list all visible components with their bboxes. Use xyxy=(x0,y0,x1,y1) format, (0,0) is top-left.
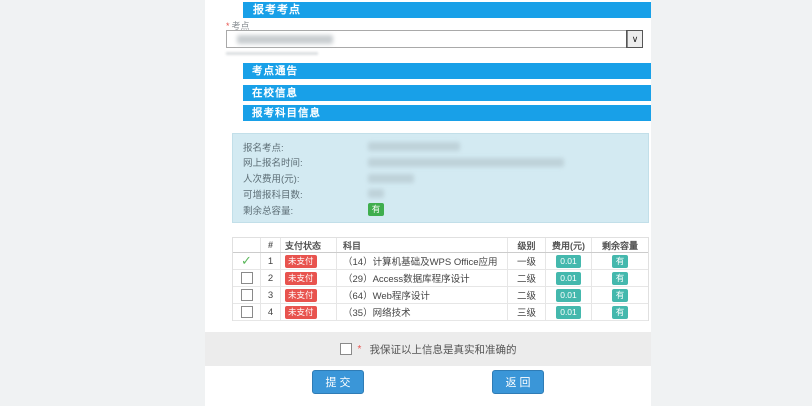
info-label: 剩余总容量: xyxy=(243,203,368,217)
fee-badge: 0.01 xyxy=(556,272,581,285)
table-header-row: # 支付状态 科目 级别 费用(元) 剩余容量 xyxy=(233,238,648,253)
back-button[interactable]: 返回 xyxy=(492,370,544,394)
header-cell-capacity: 剩余容量 xyxy=(592,238,648,252)
info-value-redacted xyxy=(368,158,564,167)
pay-status-badge: 未支付 xyxy=(285,289,317,302)
info-label: 报名考点: xyxy=(243,140,368,154)
capacity-badge: 有 xyxy=(612,272,629,285)
action-button-row: 提交 返回 xyxy=(205,370,651,394)
info-label: 人次费用(元): xyxy=(243,171,368,185)
capacity-badge: 有 xyxy=(612,255,629,268)
capacity-badge: 有 xyxy=(612,289,629,302)
fee-badge: 0.01 xyxy=(556,289,581,302)
info-value-redacted xyxy=(368,142,460,151)
total-capacity-badge: 有 xyxy=(368,203,384,216)
header-cell-select xyxy=(233,238,261,252)
pay-status-badge: 未支付 xyxy=(285,255,317,268)
info-row-site: 报名考点: xyxy=(243,140,648,153)
level-text: 二级 xyxy=(508,287,546,303)
accordion-school-info[interactable]: 在校信息 xyxy=(243,85,651,101)
header-cell-number: # xyxy=(261,238,281,252)
submit-button[interactable]: 提交 xyxy=(312,370,364,394)
pay-status-badge: 未支付 xyxy=(285,306,317,319)
info-row-fee: 人次费用(元): xyxy=(243,172,648,185)
info-label: 可增报科目数: xyxy=(243,187,368,201)
accordion-subject-info[interactable]: 报考科目信息 xyxy=(243,105,651,121)
exam-site-select[interactable]: ∨ xyxy=(226,30,643,48)
row-number: 4 xyxy=(261,304,281,320)
row-checkbox[interactable] xyxy=(241,289,253,301)
subjects-table: # 支付状态 科目 级别 费用(元) 剩余容量 ✓ 1 未支付 （14）计算机基… xyxy=(232,237,649,321)
level-text: 三级 xyxy=(508,304,546,320)
page-background: 报考考点 *考点 ∨ 考点通告 在校信息 报考科目信息 报名考点: 网上报名时间… xyxy=(0,0,812,406)
select-value-redacted xyxy=(237,35,333,44)
required-asterisk: * xyxy=(358,344,362,355)
table-row: 3 未支付 （64）Web程序设计 二级 0.01 有 xyxy=(233,287,648,304)
header-cell-subject: 科目 xyxy=(337,238,508,252)
info-value-redacted xyxy=(368,174,414,183)
info-value-redacted xyxy=(368,189,384,198)
row-number: 3 xyxy=(261,287,281,303)
accordion-site-notice[interactable]: 考点通告 xyxy=(243,63,651,79)
info-panel: 报名考点: 网上报名时间: 人次费用(元): 可增报科目数: 剩余总容量: 有 xyxy=(232,133,649,223)
header-cell-level: 级别 xyxy=(508,238,546,252)
subject-name: （64）Web程序设计 xyxy=(337,287,508,303)
divider-redacted xyxy=(226,52,318,55)
table-row: 2 未支付 （29）Access数据库程序设计 二级 0.01 有 xyxy=(233,270,648,287)
info-label: 网上报名时间: xyxy=(243,155,368,169)
row-checkbox[interactable] xyxy=(241,272,253,284)
subject-name: （35）网络技术 xyxy=(337,304,508,320)
level-text: 一级 xyxy=(508,253,546,269)
row-number: 1 xyxy=(261,253,281,269)
selected-check-icon[interactable]: ✓ xyxy=(241,255,252,267)
header-cell-pay-status: 支付状态 xyxy=(281,238,337,252)
row-checkbox[interactable] xyxy=(241,306,253,318)
table-row: ✓ 1 未支付 （14）计算机基础及WPS Office应用 一级 0.01 有 xyxy=(233,253,648,270)
capacity-badge: 有 xyxy=(612,306,629,319)
fee-badge: 0.01 xyxy=(556,306,581,319)
table-row: 4 未支付 （35）网络技术 三级 0.01 有 xyxy=(233,304,648,321)
pay-status-badge: 未支付 xyxy=(285,272,317,285)
confirm-label: 我保证以上信息是真实和准确的 xyxy=(369,342,516,357)
subject-name: （14）计算机基础及WPS Office应用 xyxy=(337,253,508,269)
content-panel: 报考考点 *考点 ∨ 考点通告 在校信息 报考科目信息 报名考点: 网上报名时间… xyxy=(205,0,651,406)
dropdown-arrow-icon[interactable]: ∨ xyxy=(627,31,642,47)
confirm-bar: * 我保证以上信息是真实和准确的 xyxy=(205,332,651,366)
section-title-exam-site: 报考考点 xyxy=(243,2,651,18)
confirm-checkbox[interactable] xyxy=(340,343,352,355)
info-row-addable: 可增报科目数: xyxy=(243,187,648,200)
info-row-time: 网上报名时间: xyxy=(243,156,648,169)
fee-badge: 0.01 xyxy=(556,255,581,268)
subject-name: （29）Access数据库程序设计 xyxy=(337,270,508,286)
row-number: 2 xyxy=(261,270,281,286)
level-text: 二级 xyxy=(508,270,546,286)
info-row-capacity: 剩余总容量: 有 xyxy=(243,203,648,216)
header-cell-fee: 费用(元) xyxy=(546,238,592,252)
